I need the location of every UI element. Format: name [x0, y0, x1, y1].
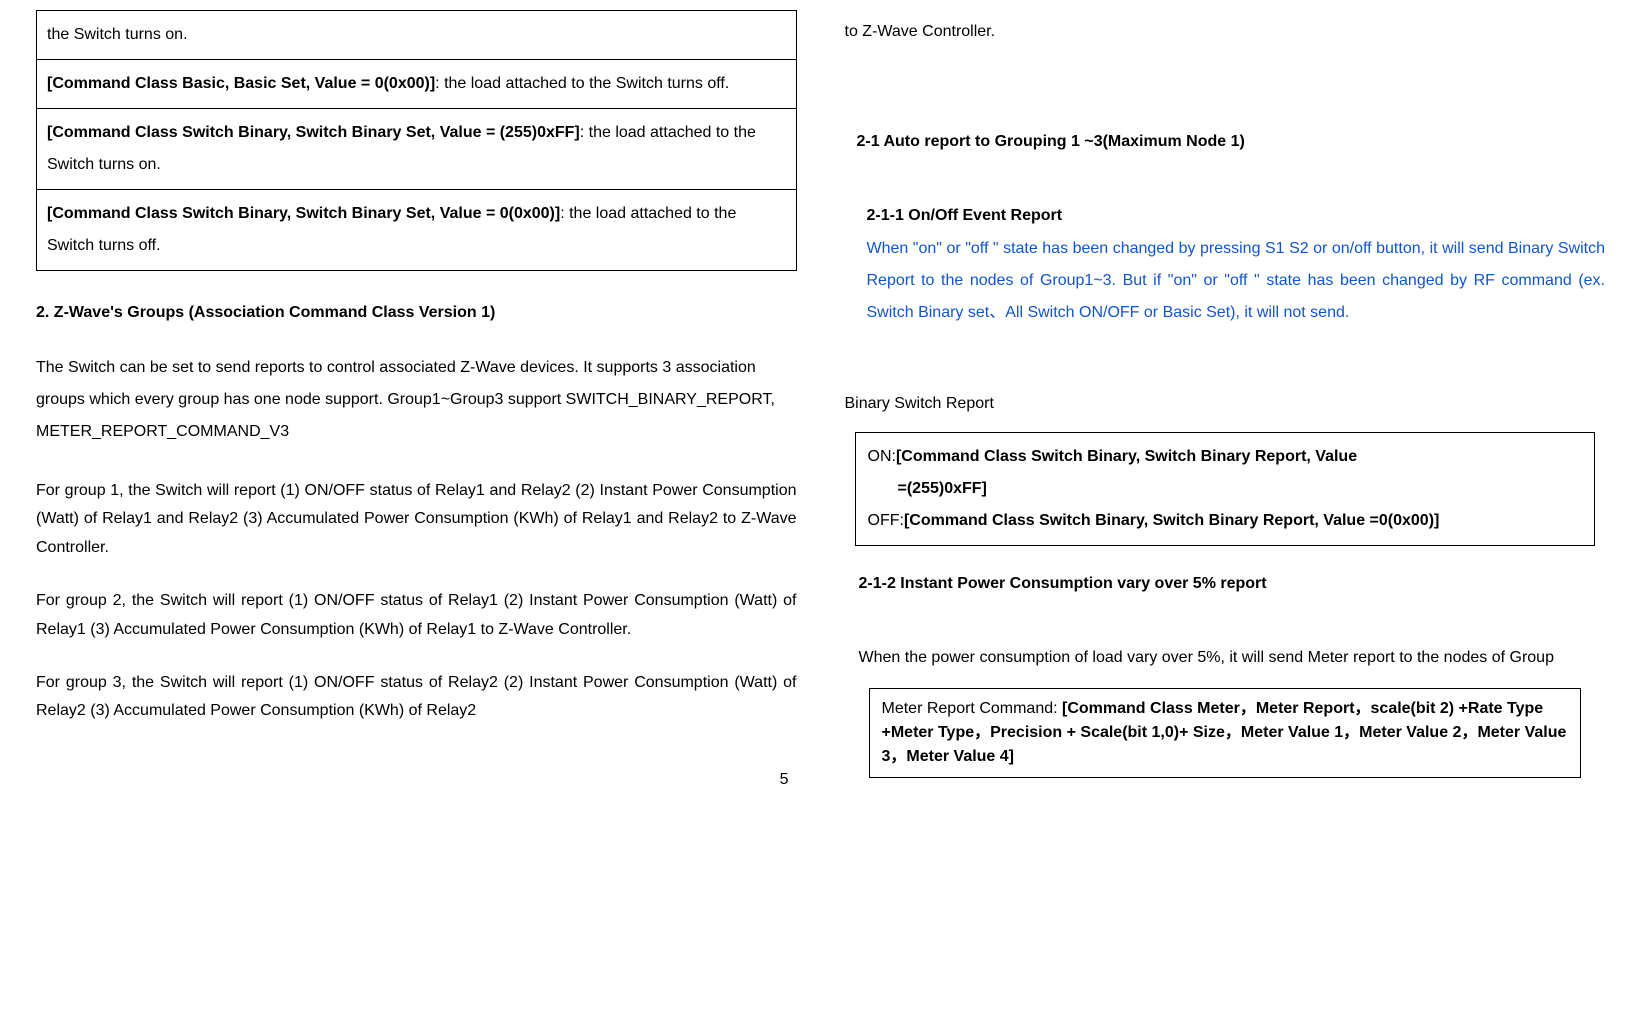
on-cmd-cont: =(255)0xFF]	[868, 473, 1583, 505]
cmd-label: [Command Class Switch Binary, Switch Bin…	[47, 205, 560, 222]
paragraph: For group 3, the Switch will report (1) …	[36, 669, 797, 727]
paragraph-cont: to Z-Wave Controller.	[845, 18, 1606, 47]
binary-switch-report-box: ON:[Command Class Switch Binary, Switch …	[855, 432, 1596, 546]
meter-report-box: Meter Report Command: [Command Class Met…	[869, 688, 1582, 778]
section-2-1-1: 2-1-1 On/Off Event Report	[867, 202, 1606, 231]
page-number: 5	[36, 766, 797, 795]
on-cmd: [Command Class Switch Binary, Switch Bin…	[896, 448, 1357, 465]
meter-prefix: Meter Report Command:	[882, 700, 1063, 717]
off-prefix: OFF:	[868, 512, 904, 529]
section-heading-2: 2. Z-Wave's Groups (Association Command …	[36, 299, 797, 328]
paragraph: Binary Switch Report	[845, 390, 1606, 419]
on-prefix: ON:	[868, 448, 896, 465]
off-cmd: [Command Class Switch Binary, Switch Bin…	[904, 512, 1439, 529]
paragraph: The Switch can be set to send reports to…	[36, 352, 797, 448]
table-row: [Command Class Basic, Basic Set, Value =…	[37, 60, 797, 109]
cmd-label: [Command Class Switch Binary, Switch Bin…	[47, 124, 580, 141]
paragraph: For group 2, the Switch will report (1) …	[36, 587, 797, 645]
cmd-desc: : the load attached to the Switch turns …	[435, 75, 729, 92]
table-row: [Command Class Switch Binary, Switch Bin…	[37, 109, 797, 190]
section-2-1: 2-1 Auto report to Grouping 1 ~3(Maximum…	[857, 128, 1606, 157]
paragraph: When the power consumption of load vary …	[845, 642, 1606, 674]
table-row: [Command Class Switch Binary, Switch Bin…	[37, 190, 797, 271]
section-2-1-2: 2-1-2 Instant Power Consumption vary ove…	[859, 570, 1606, 599]
paragraph: For group 1, the Switch will report (1) …	[36, 477, 797, 563]
cmd-label: [Command Class Basic, Basic Set, Value =…	[47, 75, 435, 92]
note-blue: When "on" or "off " state has been chang…	[867, 233, 1606, 329]
table-row: the Switch turns on.	[37, 11, 797, 60]
command-table: the Switch turns on. [Command Class Basi…	[36, 10, 797, 271]
